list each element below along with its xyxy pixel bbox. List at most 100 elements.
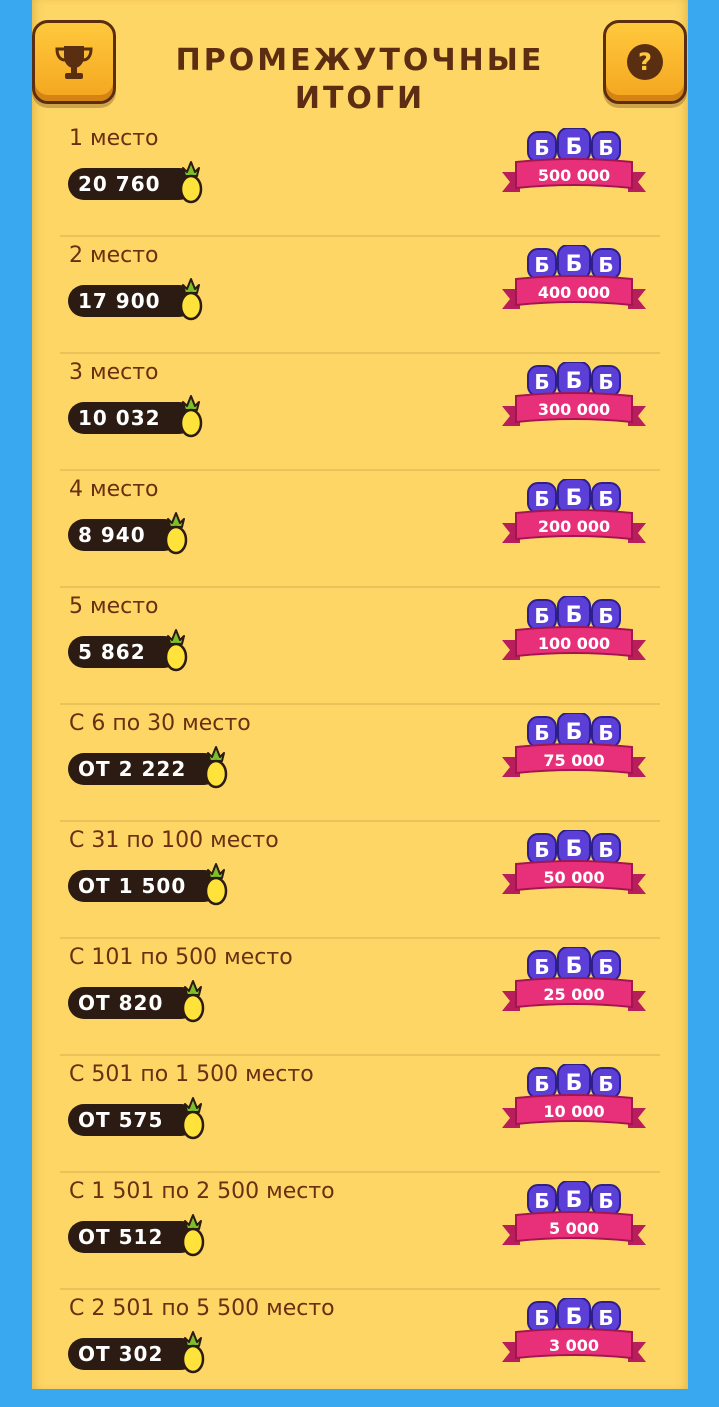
list-item: С 6 по 30 место ОТ 2 222 Б Б Б 75 000: [60, 705, 660, 822]
score-pill: 8 940: [68, 512, 187, 555]
reward-value: 25 000: [543, 985, 604, 1004]
reward-value: 10 000: [543, 1102, 604, 1121]
reward-value: 500 000: [538, 166, 610, 185]
svg-text:Б: Б: [598, 253, 613, 277]
trophy-button[interactable]: [32, 20, 116, 104]
question-icon: ?: [627, 44, 663, 80]
place-label: С 6 по 30 место: [69, 711, 251, 736]
list-item: С 101 по 500 место ОТ 820 Б Б Б 25 000: [60, 939, 660, 1056]
badge-letters: Б Б Б: [527, 1298, 621, 1333]
reward-badge: Б Б Б 3 000: [502, 1298, 646, 1362]
svg-text:Б: Б: [534, 487, 549, 511]
place-label: С 31 по 100 место: [69, 828, 279, 853]
score-pill: ОТ 1 500: [68, 863, 228, 906]
score-pill: 10 032: [68, 395, 202, 438]
svg-text:Б: Б: [598, 370, 613, 394]
svg-text:Б: Б: [598, 1306, 613, 1330]
reward-value: 50 000: [543, 868, 604, 887]
place-label: С 101 по 500 место: [69, 945, 293, 970]
score-value: 8 940: [78, 523, 146, 547]
leaderboard-list: 1 место 20 760 Б Б Б 500 000 2 место 17 …: [60, 120, 660, 1407]
svg-text:Б: Б: [598, 1072, 613, 1096]
badge-letters: Б Б Б: [527, 947, 621, 982]
pineapple-icon: [179, 161, 202, 204]
score-value: ОТ 575: [78, 1108, 164, 1132]
reward-badge: Б Б Б 300 000: [502, 362, 646, 426]
svg-text:Б: Б: [598, 838, 613, 862]
pineapple-icon: [179, 395, 202, 438]
score-pill: ОТ 820: [68, 980, 205, 1023]
svg-text:Б: Б: [566, 720, 583, 745]
list-item: 3 место 10 032 Б Б Б 300 000: [60, 354, 660, 471]
score-value: 10 032: [78, 406, 161, 430]
list-item: С 2 501 по 5 500 место ОТ 302 Б Б Б 3 00…: [60, 1290, 660, 1407]
reward-badge: Б Б Б 200 000: [502, 479, 646, 543]
pineapple-icon: [179, 278, 202, 321]
svg-text:Б: Б: [598, 955, 613, 979]
score-value: 5 862: [78, 640, 146, 664]
list-item: 1 место 20 760 Б Б Б 500 000: [60, 120, 660, 237]
reward-badge: Б Б Б 50 000: [502, 830, 646, 894]
badge-letters: Б Б Б: [527, 830, 621, 865]
score-pill: ОТ 512: [68, 1214, 205, 1257]
badge-letters: Б Б Б: [527, 713, 621, 748]
results-panel: ПРОМЕЖУТОЧНЫЕ ИТОГИ ? 1 место 20 760 Б Б…: [32, 0, 688, 1389]
score-pill: 20 760: [68, 161, 202, 204]
reward-badge: Б Б Б 25 000: [502, 947, 646, 1011]
pineapple-icon: [204, 746, 228, 789]
list-item: 4 место 8 940 Б Б Б 200 000: [60, 471, 660, 588]
place-label: С 501 по 1 500 место: [69, 1062, 314, 1087]
badge-letters: Б Б Б: [527, 1064, 621, 1099]
score-value: ОТ 820: [78, 991, 164, 1015]
svg-text:Б: Б: [566, 837, 583, 862]
pineapple-icon: [182, 980, 205, 1023]
score-value: ОТ 512: [78, 1225, 164, 1249]
svg-text:Б: Б: [566, 486, 583, 511]
place-label: 4 место: [69, 477, 159, 502]
trophy-icon: [55, 46, 93, 79]
reward-value: 300 000: [538, 400, 610, 419]
svg-text:Б: Б: [534, 1189, 549, 1213]
svg-text:Б: Б: [534, 955, 549, 979]
svg-text:Б: Б: [566, 1071, 583, 1096]
badge-letters: Б Б Б: [527, 245, 621, 280]
score-value: 20 760: [78, 172, 161, 196]
reward-badge: Б Б Б 400 000: [502, 245, 646, 309]
svg-text:Б: Б: [598, 1189, 613, 1213]
reward-badge: Б Б Б 500 000: [502, 128, 646, 192]
reward-value: 5 000: [549, 1219, 599, 1238]
svg-text:Б: Б: [598, 487, 613, 511]
svg-text:Б: Б: [566, 135, 583, 160]
svg-text:Б: Б: [566, 1188, 583, 1213]
place-label: С 2 501 по 5 500 место: [69, 1296, 335, 1321]
reward-value: 3 000: [549, 1336, 599, 1355]
svg-text:Б: Б: [534, 838, 549, 862]
score-value: ОТ 2 222: [78, 757, 187, 781]
pineapple-icon: [204, 863, 228, 906]
badge-letters: Б Б Б: [527, 596, 621, 631]
score-value: 17 900: [78, 289, 161, 313]
reward-badge: Б Б Б 10 000: [502, 1064, 646, 1128]
pineapple-icon: [164, 629, 187, 672]
svg-text:Б: Б: [534, 604, 549, 628]
svg-text:Б: Б: [598, 604, 613, 628]
list-item: 2 место 17 900 Б Б Б 400 000: [60, 237, 660, 354]
score-value: ОТ 1 500: [78, 874, 187, 898]
reward-value: 75 000: [543, 751, 604, 770]
pineapple-icon: [182, 1214, 205, 1257]
pineapple-icon: [182, 1331, 205, 1374]
score-value: ОТ 302: [78, 1342, 164, 1366]
svg-text:Б: Б: [566, 369, 583, 394]
svg-text:Б: Б: [534, 1072, 549, 1096]
svg-text:Б: Б: [566, 1305, 583, 1330]
help-button[interactable]: ?: [603, 20, 687, 104]
list-item: 5 место 5 862 Б Б Б 100 000: [60, 588, 660, 705]
badge-letters: Б Б Б: [527, 362, 621, 397]
list-item: С 1 501 по 2 500 место ОТ 512 Б Б Б 5 00…: [60, 1173, 660, 1290]
page-title: ПРОМЕЖУТОЧНЫЕ ИТОГИ: [175, 43, 545, 116]
place-label: 2 место: [69, 243, 159, 268]
svg-text:Б: Б: [598, 721, 613, 745]
reward-value: 200 000: [538, 517, 610, 536]
svg-text:Б: Б: [534, 1306, 549, 1330]
list-item: С 501 по 1 500 место ОТ 575 Б Б Б 10 000: [60, 1056, 660, 1173]
